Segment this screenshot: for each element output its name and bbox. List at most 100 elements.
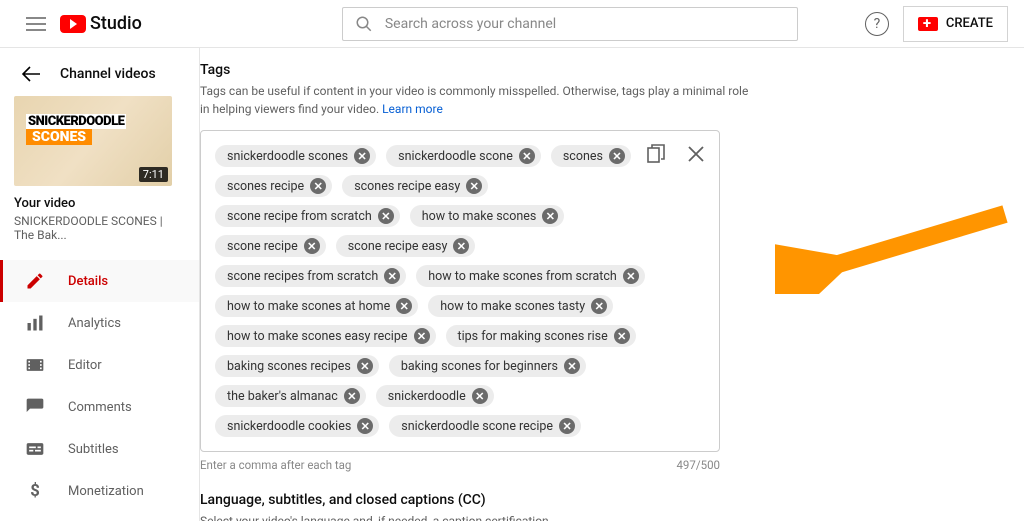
- sidebar-item-monetization[interactable]: $Monetization: [0, 470, 199, 512]
- copy-tags-button[interactable]: [645, 143, 667, 165]
- search-icon: [355, 15, 373, 33]
- remove-tag-icon[interactable]: ✕: [357, 418, 373, 434]
- comments-icon: [24, 396, 46, 418]
- sidebar-nav: Details Analytics Editor Comments Subtitles $…: [0, 260, 199, 521]
- sidebar-item-label: Analytics: [68, 316, 121, 331]
- tag-chip-label: scone recipe easy: [348, 239, 448, 254]
- tags-input-box[interactable]: snickerdoodle scones✕ snickerdoodle scone…: [200, 130, 720, 452]
- remove-tag-icon[interactable]: ✕: [310, 178, 326, 194]
- tag-chip[interactable]: scone recipe from scratch ✕: [215, 205, 400, 227]
- tag-chip[interactable]: snickerdoodle scones✕: [215, 145, 376, 167]
- tag-chip[interactable]: snickerdoodle scone✕: [386, 145, 541, 167]
- tag-chips: snickerdoodle scones✕ snickerdoodle scone…: [215, 145, 705, 437]
- main-content: Tags Tags can be useful if content in yo…: [200, 48, 1024, 521]
- remove-tag-icon[interactable]: ✕: [472, 388, 488, 404]
- tag-chip-label: scone recipe from scratch: [227, 209, 372, 224]
- create-label: CREATE: [946, 16, 993, 31]
- remove-tag-icon[interactable]: ✕: [591, 298, 607, 314]
- remove-tag-icon[interactable]: ✕: [384, 268, 400, 284]
- hamburger-menu-button[interactable]: [16, 4, 56, 44]
- remove-tag-icon[interactable]: ✕: [466, 178, 482, 194]
- remove-tag-icon[interactable]: ✕: [357, 358, 373, 374]
- remove-tag-icon[interactable]: ✕: [559, 418, 575, 434]
- remove-tag-icon[interactable]: ✕: [609, 148, 625, 164]
- tag-chip[interactable]: how to make scones easy recipe ✕: [215, 325, 436, 347]
- tag-chip-label: scones recipe: [227, 179, 304, 194]
- tag-chip[interactable]: scone recipe✕: [215, 235, 326, 257]
- remove-tag-icon[interactable]: ✕: [414, 328, 430, 344]
- tag-chip[interactable]: scones recipe ✕: [215, 175, 332, 197]
- logo-text: Studio: [90, 13, 142, 34]
- thumb-line2: SCONES: [26, 129, 92, 145]
- remove-tag-icon[interactable]: ✕: [623, 268, 639, 284]
- search-input[interactable]: Search across your channel: [342, 7, 798, 41]
- sidebar-item-settings[interactable]: Settings: [0, 512, 199, 521]
- sidebar-item-comments[interactable]: Comments: [0, 386, 199, 428]
- search-placeholder: Search across your channel: [385, 16, 556, 32]
- tag-chip[interactable]: the baker's almanac✕: [215, 385, 366, 407]
- learn-more-link[interactable]: Learn more: [382, 102, 443, 116]
- tags-section-description: Tags can be useful if content in your vi…: [200, 82, 760, 118]
- video-meta: Your video SNICKERDOODLE SCONES | The Ba…: [0, 186, 199, 260]
- tag-chip[interactable]: snickerdoodle✕: [376, 385, 494, 407]
- tag-chip[interactable]: baking scones recipes✕: [215, 355, 379, 377]
- arrow-left-icon: [22, 66, 40, 82]
- remove-tag-icon[interactable]: ✕: [378, 208, 394, 224]
- tag-chip[interactable]: snickerdoodle cookies✕: [215, 415, 379, 437]
- tag-chip[interactable]: scone recipes from scratch✕: [215, 265, 406, 287]
- tag-chip[interactable]: snickerdoodle scone recipe✕: [389, 415, 581, 437]
- clear-tags-button[interactable]: [685, 143, 707, 165]
- tag-chip-label: how to make scones: [422, 209, 537, 224]
- tag-chip[interactable]: how to make scones ✕: [410, 205, 565, 227]
- sidebar-item-details[interactable]: Details: [0, 260, 199, 302]
- tags-box-actions: [645, 143, 707, 165]
- tag-chip[interactable]: scones recipe easy✕: [342, 175, 488, 197]
- tag-chip-label: how to make scones easy recipe: [227, 329, 408, 344]
- details-icon: [24, 270, 46, 292]
- tag-chip[interactable]: baking scones for beginners✕: [389, 355, 586, 377]
- sidebar-item-label: Editor: [68, 358, 102, 373]
- header-actions: ? CREATE: [865, 6, 1008, 42]
- remove-tag-icon[interactable]: ✕: [564, 358, 580, 374]
- remove-tag-icon[interactable]: ✕: [354, 148, 370, 164]
- tag-chip[interactable]: scones ✕: [551, 145, 631, 167]
- sidebar-item-subtitles[interactable]: Subtitles: [0, 428, 199, 470]
- tag-chip[interactable]: how to make scones tasty✕: [428, 295, 613, 317]
- analytics-icon: [24, 312, 46, 334]
- remove-tag-icon[interactable]: ✕: [396, 298, 412, 314]
- editor-icon: [24, 354, 46, 376]
- copy-icon: [647, 144, 665, 164]
- sidebar-item-editor[interactable]: Editor: [0, 344, 199, 386]
- sidebar-item-label: Subtitles: [68, 442, 119, 457]
- help-button[interactable]: ?: [865, 12, 889, 36]
- your-video-label: Your video: [14, 196, 185, 211]
- tag-chip-label: how to make scones from scratch: [428, 269, 617, 284]
- sidebar-item-label: Monetization: [68, 484, 144, 499]
- tag-chip-label: scones: [563, 149, 603, 164]
- video-thumbnail[interactable]: SNICKERDOODLE SCONES 7:11: [14, 96, 172, 186]
- tag-chip[interactable]: tips for making scones rise✕: [446, 325, 636, 347]
- tags-footer: Enter a comma after each tag 497/500: [200, 458, 720, 472]
- thumb-line1: SNICKERDOODLE: [26, 114, 126, 129]
- tag-chip[interactable]: how to make scones from scratch ✕: [416, 265, 645, 287]
- tag-chip[interactable]: how to make scones at home ✕: [215, 295, 418, 317]
- youtube-icon: [60, 15, 86, 33]
- studio-logo[interactable]: Studio: [60, 13, 142, 34]
- thumbnail-title-overlay: SNICKERDOODLE SCONES: [20, 110, 132, 149]
- remove-tag-icon[interactable]: ✕: [344, 388, 360, 404]
- language-section-title: Language, subtitles, and closed captions…: [200, 492, 1024, 508]
- video-thumbnail-wrap: SNICKERDOODLE SCONES 7:11: [0, 96, 199, 186]
- tag-chip[interactable]: scone recipe easy ✕: [336, 235, 476, 257]
- remove-tag-icon[interactable]: ✕: [304, 238, 320, 254]
- create-button[interactable]: CREATE: [903, 6, 1008, 42]
- sidebar: Channel videos SNICKERDOODLE SCONES 7:11…: [0, 48, 200, 521]
- tag-chip-label: how to make scones at home: [227, 299, 390, 314]
- remove-tag-icon[interactable]: ✕: [542, 208, 558, 224]
- remove-tag-icon[interactable]: ✕: [519, 148, 535, 164]
- remove-tag-icon[interactable]: ✕: [614, 328, 630, 344]
- remove-tag-icon[interactable]: ✕: [453, 238, 469, 254]
- back-to-channel-videos[interactable]: Channel videos: [0, 62, 199, 96]
- create-video-icon: [918, 17, 938, 31]
- video-duration-badge: 7:11: [139, 167, 168, 182]
- sidebar-item-analytics[interactable]: Analytics: [0, 302, 199, 344]
